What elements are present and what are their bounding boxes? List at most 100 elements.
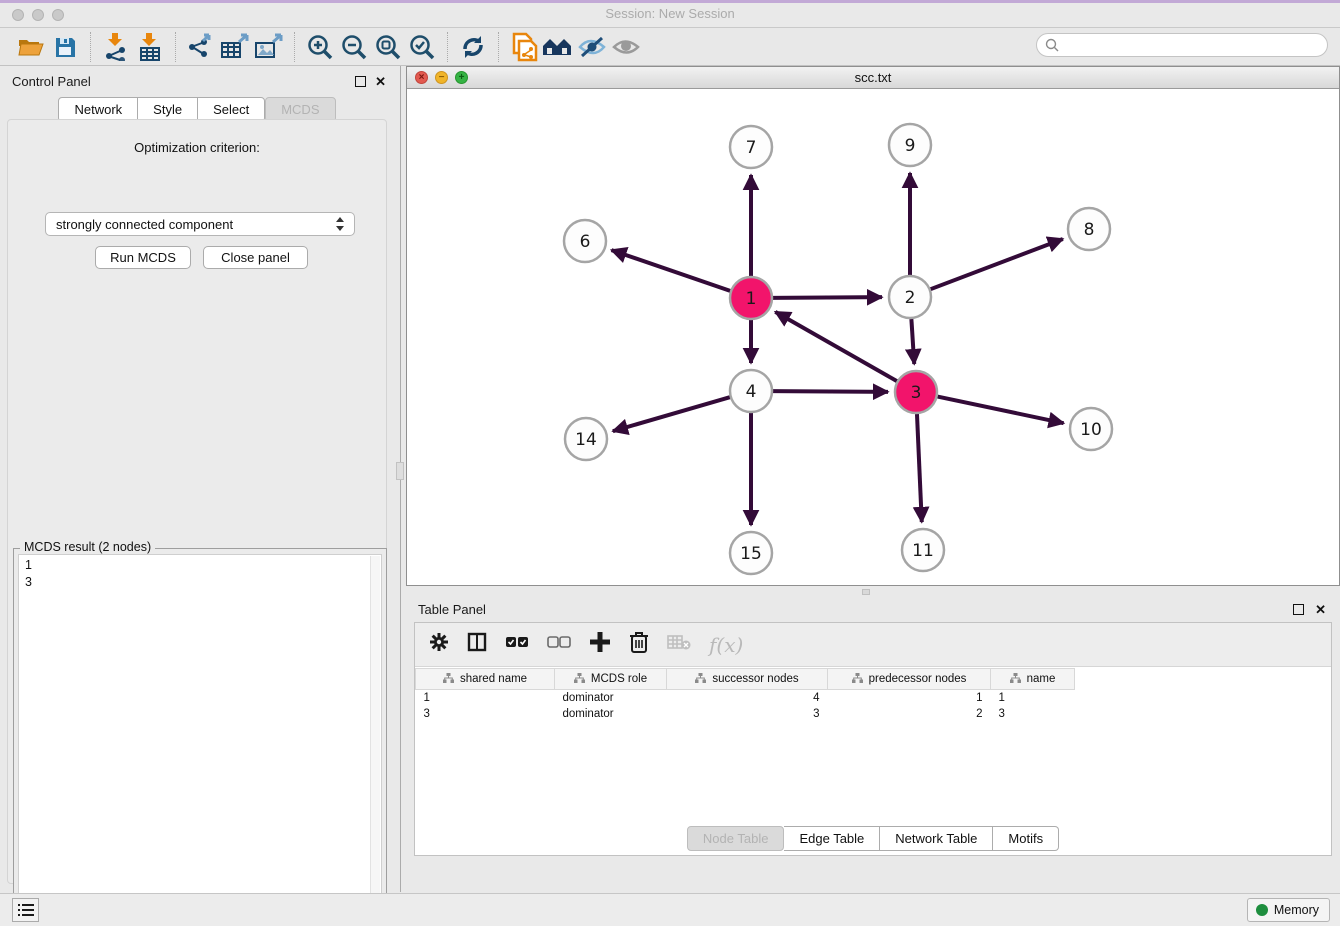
columns-icon[interactable]: [467, 632, 487, 657]
memory-button[interactable]: Memory: [1247, 898, 1330, 922]
table-panel-title: Table Panel: [406, 598, 1340, 622]
edge-4-3[interactable]: [773, 391, 888, 392]
table-cell[interactable]: dominator: [555, 706, 667, 722]
memory-label: Memory: [1274, 903, 1319, 917]
table-toolbar: f(x): [415, 623, 1331, 667]
window-top-accent: [0, 0, 1340, 3]
table-cell[interactable]: dominator: [555, 690, 667, 706]
export-image-icon[interactable]: [252, 32, 286, 62]
table-tabs: Node TableEdge TableNetwork TableMotifs: [415, 826, 1331, 851]
column-header-MCDS-role[interactable]: MCDS role: [555, 669, 667, 690]
open-file-icon[interactable]: [14, 32, 48, 62]
table-cell[interactable]: 2: [828, 706, 991, 722]
table-row[interactable]: 3dominator323: [416, 706, 1075, 722]
import-network-icon[interactable]: [99, 32, 133, 62]
deselect-all-icon[interactable]: [547, 635, 571, 654]
vertical-splitter[interactable]: [394, 66, 406, 892]
table-cell[interactable]: 3: [667, 706, 828, 722]
tree-sort-icon: [1010, 673, 1021, 686]
delete-table-icon: [667, 633, 691, 656]
task-history-button[interactable]: [12, 898, 39, 922]
edge-3-1[interactable]: [775, 312, 897, 381]
table-cell[interactable]: 1: [828, 690, 991, 706]
float-table-panel-icon[interactable]: [1293, 604, 1304, 615]
node-label-10: 10: [1080, 420, 1102, 440]
node-label-4: 4: [746, 382, 757, 402]
zoom-selected-icon[interactable]: [405, 32, 439, 62]
search-input[interactable]: [1036, 33, 1328, 57]
export-table-icon[interactable]: [218, 32, 252, 62]
horizontal-splitter-handle[interactable]: [862, 589, 870, 595]
export-network-icon[interactable]: [184, 32, 218, 62]
criterion-select-value: strongly connected component: [56, 217, 233, 232]
app-window: Session: New Session: [0, 0, 1340, 926]
toolbar-separator: [498, 32, 499, 62]
network-window-title: scc.txt: [407, 70, 1339, 85]
delete-row-icon[interactable]: [629, 631, 649, 658]
tab-edge-table[interactable]: Edge Table: [784, 826, 880, 851]
tree-sort-icon: [574, 673, 585, 686]
node-label-14: 14: [575, 430, 597, 450]
import-table-icon[interactable]: [133, 32, 167, 62]
close-panel-icon[interactable]: ✕: [375, 74, 386, 89]
mcds-result-text[interactable]: 1 3: [18, 554, 382, 920]
toolbar-separator: [90, 32, 91, 62]
criterion-select[interactable]: strongly connected component: [45, 212, 355, 236]
copy-network-icon[interactable]: [507, 32, 541, 62]
zoom-out-icon[interactable]: [337, 32, 371, 62]
edge-1-2[interactable]: [773, 297, 882, 298]
splitter-handle[interactable]: [396, 462, 404, 480]
node-label-6: 6: [580, 232, 591, 252]
tab-network-table[interactable]: Network Table: [880, 826, 993, 851]
table-cell[interactable]: 1: [416, 690, 555, 706]
node-label-8: 8: [1084, 220, 1095, 240]
select-all-icon[interactable]: [505, 635, 529, 654]
close-panel-button[interactable]: Close panel: [203, 246, 308, 269]
control-panel: Control Panel ✕ NetworkStyleSelectMCDS O…: [0, 66, 394, 892]
scrollbar-track[interactable]: [370, 556, 380, 918]
search-icon: [1045, 38, 1059, 52]
toolbar-separator: [447, 32, 448, 62]
table-cell[interactable]: 1: [991, 690, 1075, 706]
gear-icon[interactable]: [429, 632, 449, 657]
table-cell[interactable]: 3: [991, 706, 1075, 722]
network-window-titlebar[interactable]: × − + scc.txt: [407, 67, 1339, 89]
edge-2-8[interactable]: [931, 239, 1063, 289]
hide-selected-icon[interactable]: [575, 32, 609, 62]
save-session-icon[interactable]: [48, 32, 82, 62]
table-panel: Table Panel ✕ f(x) shared nameMCDS roles…: [406, 596, 1340, 892]
node-table-container: f(x) shared nameMCDS rolesuccessor nodes…: [414, 622, 1332, 856]
edge-3-11[interactable]: [917, 414, 922, 522]
column-header-name[interactable]: name: [991, 669, 1075, 690]
function-builder-icon: f(x): [709, 633, 743, 657]
float-panel-icon[interactable]: [355, 76, 366, 87]
memory-status-icon: [1256, 904, 1268, 916]
table-row[interactable]: 1dominator411: [416, 690, 1075, 706]
column-header-predecessor-nodes[interactable]: predecessor nodes: [828, 669, 991, 690]
show-all-networks-icon[interactable]: [541, 32, 575, 62]
table-cell[interactable]: 3: [416, 706, 555, 722]
tree-sort-icon: [443, 673, 454, 686]
table-cell[interactable]: 4: [667, 690, 828, 706]
zoom-fit-icon[interactable]: [371, 32, 405, 62]
add-row-icon[interactable]: [589, 631, 611, 658]
refresh-layout-icon[interactable]: [456, 32, 490, 62]
status-bar: Memory: [0, 893, 1340, 926]
column-header-shared-name[interactable]: shared name: [416, 669, 555, 690]
network-canvas[interactable]: 7968124314101511: [407, 89, 1339, 585]
tab-motifs[interactable]: Motifs: [993, 826, 1059, 851]
edge-2-3[interactable]: [911, 319, 914, 364]
edge-1-6[interactable]: [611, 250, 730, 291]
column-header-successor-nodes[interactable]: successor nodes: [667, 669, 828, 690]
edge-4-14[interactable]: [613, 397, 730, 431]
node-table[interactable]: shared nameMCDS rolesuccessor nodesprede…: [415, 668, 1331, 722]
edge-3-10[interactable]: [938, 397, 1064, 424]
title-bar: Session: New Session: [0, 0, 1340, 28]
window-title: Session: New Session: [0, 6, 1340, 21]
list-icon: [18, 903, 34, 917]
tab-node-table[interactable]: Node Table: [687, 826, 785, 851]
zoom-in-icon[interactable]: [303, 32, 337, 62]
run-mcds-button[interactable]: Run MCDS: [95, 246, 191, 269]
show-selected-icon[interactable]: [609, 32, 643, 62]
close-table-panel-icon[interactable]: ✕: [1315, 602, 1326, 617]
